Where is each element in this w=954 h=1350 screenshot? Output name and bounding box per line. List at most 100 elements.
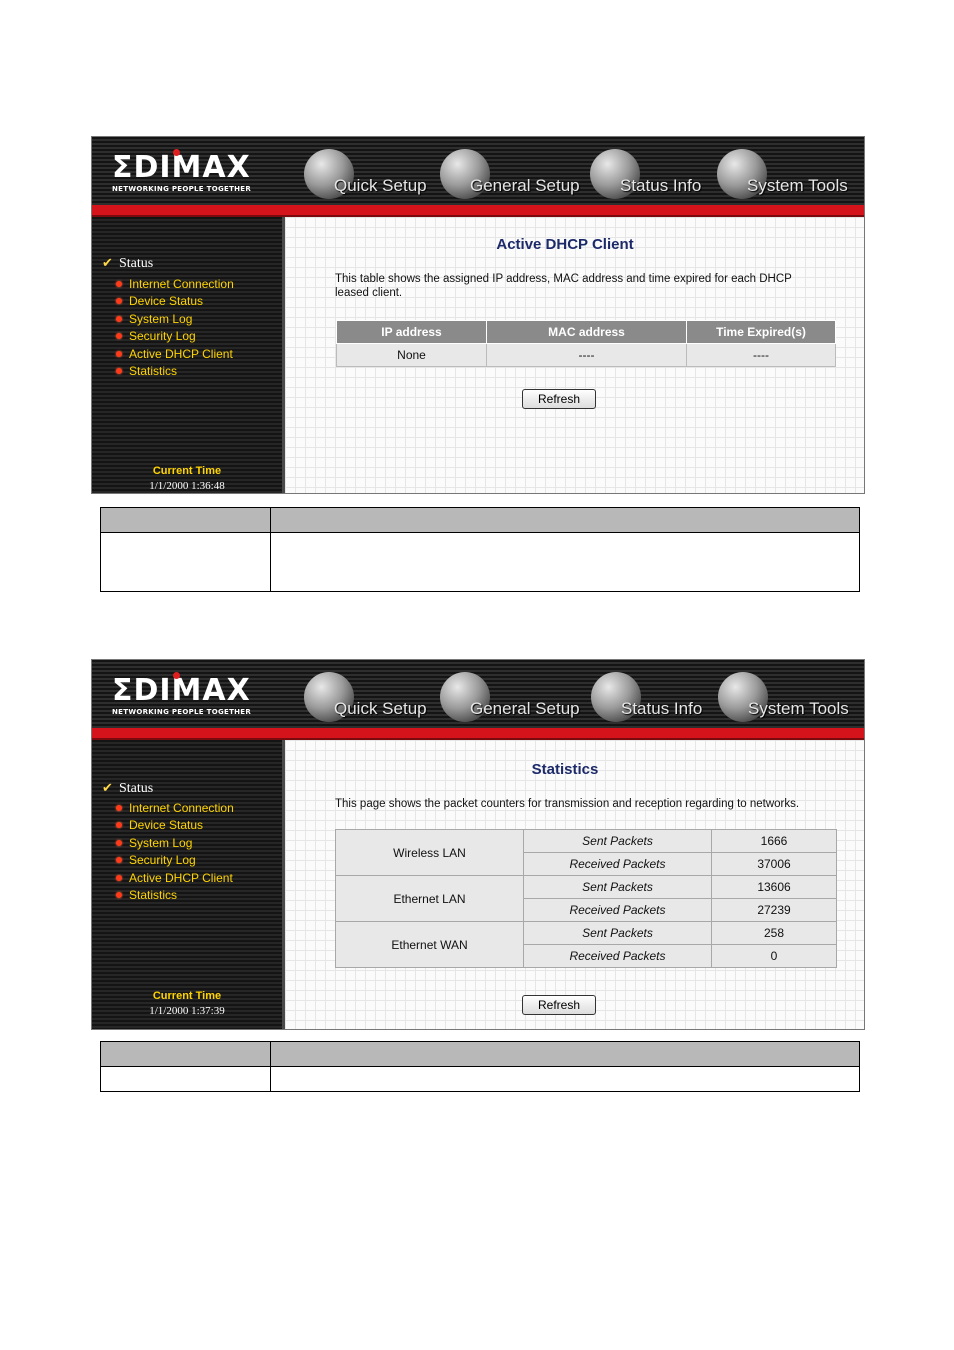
doc-header-cell <box>270 507 860 533</box>
table-row: Wireless LAN Sent Packets 1666 <box>335 829 837 876</box>
table-row: Ethernet WAN Sent Packets 258 <box>335 921 837 968</box>
current-time-label: Current Time <box>152 990 222 1002</box>
statistics-table: Wireless LAN Sent Packets 1666 Received … <box>335 829 837 968</box>
doc-cell <box>100 1066 271 1092</box>
doc-header-row <box>100 507 860 533</box>
header-red-bar <box>92 728 864 738</box>
table-row: None ---- ---- <box>336 343 836 367</box>
bullet-icon <box>116 857 122 864</box>
refresh-button[interactable]: Refresh <box>522 389 596 409</box>
doc-header-cell <box>270 1041 860 1067</box>
sidebar-item-internet-connection[interactable]: Internet Connection <box>116 801 234 818</box>
received-packets-label: Received Packets <box>523 898 712 922</box>
logo-text: ΣDIMAX <box>112 150 251 185</box>
sidebar: ✔ Status Internet Connection Device Statu… <box>92 217 282 493</box>
nav-label: General Setup <box>470 699 580 718</box>
logo-dot-icon <box>173 672 180 679</box>
nav-label: General Setup <box>470 176 580 195</box>
sidebar-item-device-status[interactable]: Device Status <box>116 818 234 835</box>
sent-packets-label: Sent Packets <box>523 875 712 899</box>
cell-time-expired: ---- <box>686 343 836 367</box>
edimax-logo: ΣDIMAX NETWORKING PEOPLE TOGETHER <box>112 149 267 195</box>
header-red-bar <box>92 205 864 215</box>
bullet-icon <box>116 874 122 881</box>
doc-cell <box>270 1066 860 1092</box>
sidebar-item-statistics[interactable]: Statistics <box>116 888 234 905</box>
page-description: This page shows the packet counters for … <box>335 798 800 810</box>
current-time-value: 1/1/2000 1:37:39 <box>149 1005 225 1017</box>
cell-mac: ---- <box>486 343 687 367</box>
sent-packets-label: Sent Packets <box>523 921 712 945</box>
checkmark-icon: ✔ <box>102 780 113 795</box>
sidebar-menu: Internet Connection Device Status System… <box>116 277 234 381</box>
current-time-label: Current Time <box>152 465 222 477</box>
received-packets-value: 0 <box>711 944 837 968</box>
sent-packets-value: 258 <box>711 921 837 945</box>
main-content: Statistics This page shows the packet co… <box>285 740 864 1029</box>
sidebar-item-system-log[interactable]: System Log <box>116 836 234 853</box>
sidebar-item-security-log[interactable]: Security Log <box>116 329 234 346</box>
received-packets-value: 37006 <box>711 852 837 876</box>
header-bar: ΣDIMAX NETWORKING PEOPLE TOGETHER Quick … <box>92 137 864 205</box>
refresh-button[interactable]: Refresh <box>522 995 596 1015</box>
sidebar-item-system-log[interactable]: System Log <box>116 312 234 329</box>
received-packets-label: Received Packets <box>523 944 712 968</box>
doc-header-cell <box>100 1041 271 1067</box>
bullet-icon <box>116 281 122 287</box>
received-packets-label: Received Packets <box>523 852 712 876</box>
dhcp-doc-table <box>100 507 860 592</box>
doc-row <box>100 532 860 592</box>
dhcp-client-table: IP address MAC address Time Expired(s) N… <box>336 320 836 367</box>
sidebar-item-internet-connection[interactable]: Internet Connection <box>116 277 234 294</box>
bullet-icon <box>116 367 122 374</box>
doc-row <box>100 1066 860 1092</box>
nav-label: System Tools <box>747 176 848 195</box>
logo-text: ΣDIMAX <box>112 673 251 708</box>
bullet-icon <box>116 805 122 811</box>
sidebar-item-statistics[interactable]: Statistics <box>116 364 234 381</box>
main-content: Active DHCP Client This table shows the … <box>285 217 864 493</box>
page-title: Active DHCP Client <box>496 236 634 253</box>
table-header-row: IP address MAC address Time Expired(s) <box>336 320 836 344</box>
doc-cell <box>100 532 271 592</box>
edimax-logo: ΣDIMAX NETWORKING PEOPLE TOGETHER <box>112 672 267 718</box>
doc-header-row <box>100 1041 860 1067</box>
nav-label: Quick Setup <box>334 699 427 718</box>
sent-packets-label: Sent Packets <box>523 829 712 853</box>
nav-label: Quick Setup <box>334 176 427 195</box>
statistics-doc-table <box>100 1041 860 1092</box>
sidebar-status-heading[interactable]: ✔ Status <box>102 255 153 272</box>
page-title: Statistics <box>531 761 599 778</box>
sidebar-item-active-dhcp-client[interactable]: Active DHCP Client <box>116 347 234 364</box>
doc-cell <box>270 532 860 592</box>
sent-packets-value: 1666 <box>711 829 837 853</box>
checkmark-icon: ✔ <box>102 255 113 270</box>
bullet-icon <box>116 298 122 305</box>
table-row: Ethernet LAN Sent Packets 13606 <box>335 875 837 922</box>
logo-tagline: NETWORKING PEOPLE TOGETHER <box>112 708 252 716</box>
sidebar-menu: Internet Connection Device Status System… <box>116 801 234 905</box>
page-description: This table shows the assigned IP address… <box>335 273 792 299</box>
interface-name: Ethernet LAN <box>335 875 524 922</box>
current-time-value: 1/1/2000 1:36:48 <box>149 480 225 492</box>
sidebar-status-heading[interactable]: ✔ Status <box>102 780 153 797</box>
cell-ip: None <box>336 343 487 367</box>
received-packets-value: 27239 <box>711 898 837 922</box>
column-header-ip: IP address <box>336 320 487 344</box>
nav-label: Status Info <box>621 699 703 718</box>
nav-label: System Tools <box>748 699 849 718</box>
dhcp-client-screenshot: ΣDIMAX NETWORKING PEOPLE TOGETHER Quick … <box>91 136 865 494</box>
sidebar-item-security-log[interactable]: Security Log <box>116 853 234 870</box>
sidebar-item-active-dhcp-client[interactable]: Active DHCP Client <box>116 871 234 888</box>
sidebar-item-device-status[interactable]: Device Status <box>116 294 234 311</box>
sent-packets-value: 13606 <box>711 875 837 899</box>
bullet-icon <box>116 350 122 357</box>
bullet-icon <box>116 333 122 340</box>
statistics-screenshot: ΣDIMAX NETWORKING PEOPLE TOGETHER Quick … <box>91 659 865 1030</box>
logo-tagline: NETWORKING PEOPLE TOGETHER <box>112 185 252 193</box>
interface-name: Ethernet WAN <box>335 921 524 968</box>
doc-header-cell <box>100 507 271 533</box>
bullet-icon <box>116 839 122 846</box>
sidebar: ✔ Status Internet Connection Device Statu… <box>92 740 282 1029</box>
header-bar: ΣDIMAX NETWORKING PEOPLE TOGETHER Quick … <box>92 660 864 728</box>
